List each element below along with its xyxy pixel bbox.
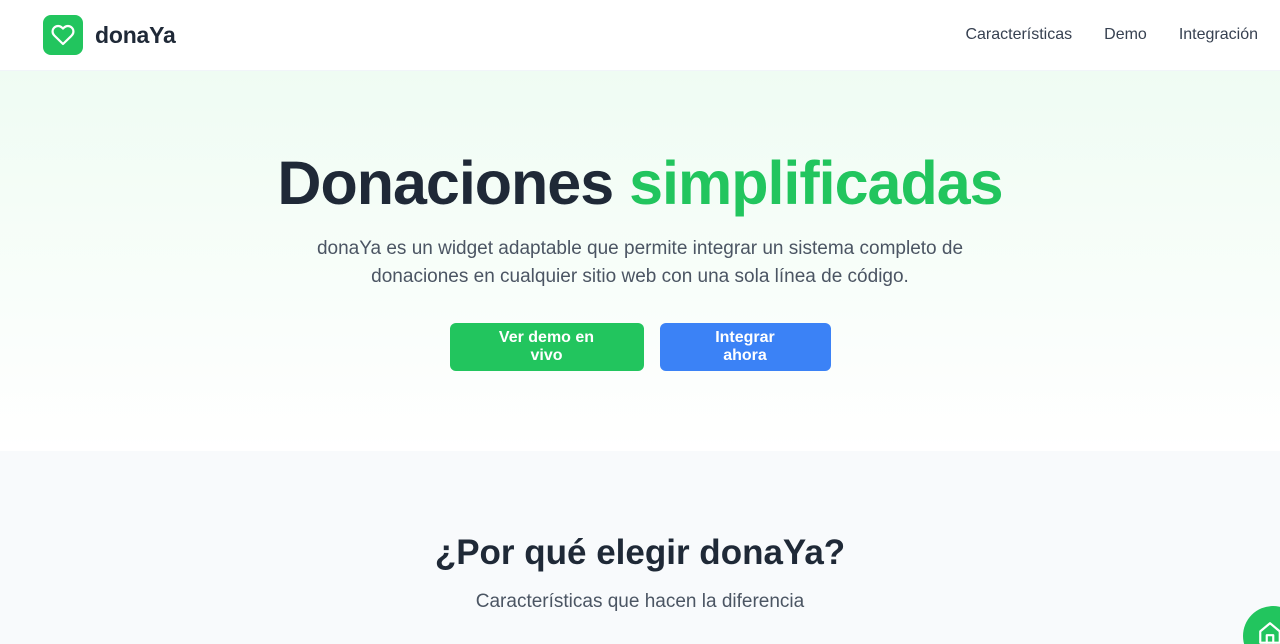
nav-link-caracteristicas[interactable]: Características [965,24,1072,46]
features-title: ¿Por qué elegir donaYa? [434,533,846,572]
hero-title: Donaciones simplificadas [0,147,1280,219]
demo-button[interactable]: Ver demo en vivo [449,323,644,371]
features-subtitle: Características que hacen la diferencia [475,591,805,612]
hero-subtitle: donaYa es un widget adaptable que permit… [316,238,964,287]
home-icon [1259,622,1280,644]
main-nav: Características Demo Integración [965,24,1258,46]
hero-title-accent: simplificadas [629,149,1003,217]
nav-link-integracion[interactable]: Integración [1179,24,1258,46]
hero-section: Donaciones simplificadas donaYa es un wi… [0,71,1280,451]
nav-link-demo[interactable]: Demo [1104,24,1147,46]
features-section: ¿Por qué elegir donaYa? Características … [0,451,1280,644]
hero-title-main: Donaciones [277,149,614,217]
integrate-button[interactable]: Integrar ahora [659,323,831,371]
hero-actions: Ver demo en vivo Integrar ahora [0,323,1280,371]
heart-icon [51,24,75,46]
logo [43,15,83,55]
navbar: donaYa Características Demo Integración [0,0,1280,71]
brand-name: donaYa [95,21,176,48]
brand-link[interactable]: donaYa [43,15,176,55]
